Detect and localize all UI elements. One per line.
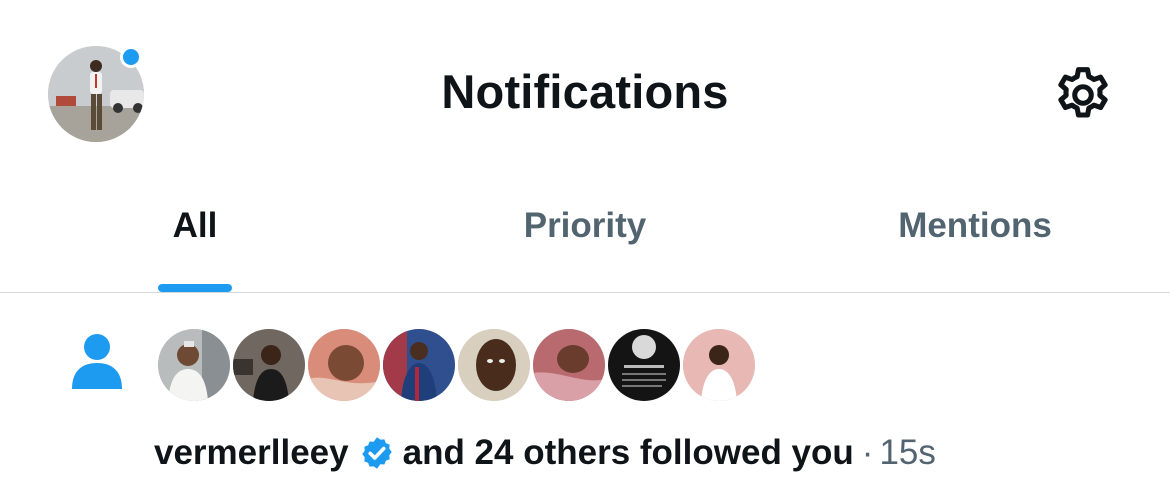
separator-dot: · bbox=[861, 433, 874, 472]
tab-label: Priority bbox=[523, 206, 647, 245]
person-icon bbox=[70, 333, 124, 389]
tab-mentions[interactable]: Mentions bbox=[780, 190, 1170, 294]
tab-label: All bbox=[172, 206, 218, 245]
follower-avatar[interactable] bbox=[308, 329, 380, 401]
page-title: Notifications bbox=[441, 65, 729, 118]
notification-item[interactable]: vermerlleey and 24 others followed you ·… bbox=[0, 293, 1170, 479]
active-tab-indicator bbox=[158, 284, 232, 292]
top-bar: Notifications bbox=[0, 0, 1170, 190]
follower-avatar[interactable] bbox=[158, 329, 230, 401]
tab-all[interactable]: All bbox=[0, 190, 390, 294]
verified-badge-icon bbox=[361, 437, 392, 469]
gear-icon bbox=[1058, 67, 1108, 118]
follower-username[interactable]: vermerlleey bbox=[154, 433, 349, 473]
tab-label: Mentions bbox=[898, 206, 1052, 245]
notification-tabs: All Priority Mentions bbox=[0, 190, 1170, 294]
follower-avatar[interactable] bbox=[383, 329, 455, 401]
follower-avatar[interactable] bbox=[683, 329, 755, 401]
timestamp: 15s bbox=[879, 433, 936, 472]
follower-avatar[interactable] bbox=[458, 329, 530, 401]
tab-priority[interactable]: Priority bbox=[390, 190, 780, 294]
notification-text: vermerlleey and 24 others followed you ·… bbox=[154, 433, 936, 473]
notification-message: and 24 others followed you bbox=[402, 433, 854, 472]
follower-avatar[interactable] bbox=[608, 329, 680, 401]
follower-avatars bbox=[158, 329, 755, 401]
follower-avatar[interactable] bbox=[233, 329, 305, 401]
settings-button[interactable] bbox=[1048, 62, 1118, 128]
follower-avatar[interactable] bbox=[533, 329, 605, 401]
